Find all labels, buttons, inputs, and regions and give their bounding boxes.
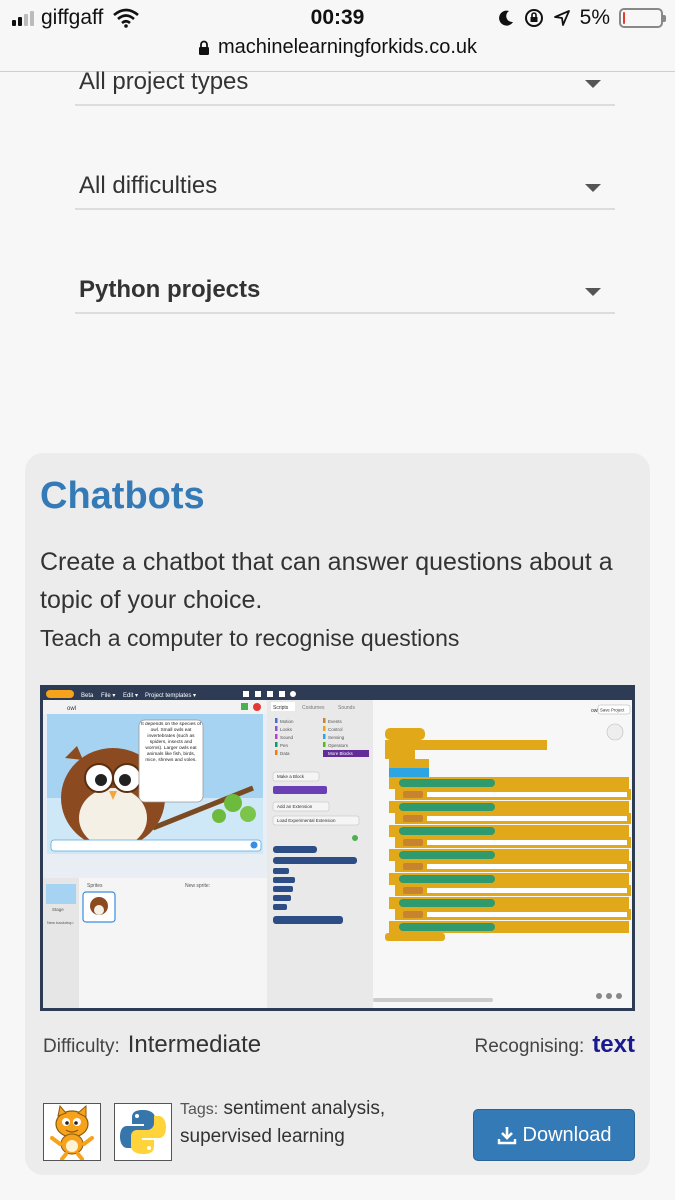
category-item: Control xyxy=(328,727,343,732)
download-icon xyxy=(497,1127,516,1145)
tags: Tags: sentiment analysis, supervised lea… xyxy=(180,1095,420,1150)
chevron-down-icon xyxy=(585,184,601,192)
menu-item: Project templates ▾ xyxy=(145,693,196,699)
category-item: Pen xyxy=(280,743,289,748)
project-description: Teach a computer to recognise questions xyxy=(40,625,460,651)
recognising-value: text xyxy=(592,1031,635,1058)
chevron-down-icon xyxy=(585,80,601,88)
project-title: Chatbots xyxy=(40,475,205,517)
status-bar: giffgaff 00:39 5% machinelearningforkids… xyxy=(0,0,675,72)
category-item: More Blocks xyxy=(328,751,354,756)
download-label: Download xyxy=(522,1123,612,1146)
zoom-icons xyxy=(596,993,622,999)
status-right: 5% xyxy=(497,6,666,30)
stop-icon xyxy=(253,703,261,711)
category-item: Motion xyxy=(280,719,294,724)
difficulty-label: Difficulty: xyxy=(43,1036,120,1057)
sprite-name: owl xyxy=(67,706,76,712)
chevron-down-icon xyxy=(585,288,601,296)
stage-label: Stage xyxy=(52,907,64,912)
save-project-label: Save Project xyxy=(600,708,625,713)
rotation-lock-icon xyxy=(524,9,543,27)
recognising-label: Recognising: xyxy=(474,1036,585,1057)
sprites-label: Sprites xyxy=(87,883,103,889)
menu-item: Beta xyxy=(81,693,94,699)
difficulty-info: Difficulty: Intermediate xyxy=(43,1031,261,1059)
project-meta: Difficulty: Intermediate Recognising: te… xyxy=(43,1031,635,1063)
category-item: Events xyxy=(328,719,343,724)
menu-item: Edit ▾ xyxy=(123,693,138,699)
new-backdrop-label: New backdrop: xyxy=(47,920,74,925)
battery-level xyxy=(623,12,625,24)
download-button[interactable]: Download xyxy=(473,1109,635,1161)
language-select[interactable]: Python projects xyxy=(75,276,615,314)
address-bar[interactable]: machinelearningforkids.co.uk xyxy=(0,36,675,59)
difficulty-value: All difficulties xyxy=(79,172,218,199)
category-item: Sound xyxy=(280,735,294,740)
new-sprite-label: New sprite: xyxy=(185,883,210,889)
lock-icon xyxy=(198,40,209,55)
answer-input xyxy=(50,839,262,852)
recognising-info: Recognising: text xyxy=(474,1031,635,1059)
tab-costumes: Costumes xyxy=(302,705,325,711)
tag-item: supervised learning xyxy=(180,1126,345,1147)
project-type-value: All project types xyxy=(79,68,249,95)
palette-button: Load Experimental Extension xyxy=(277,818,336,823)
project-card: Chatbots Create a chatbot that can answe… xyxy=(25,453,650,1175)
project-screenshot: Beta File ▾ Edit ▾ Project templates ▾ o… xyxy=(40,685,635,1011)
scratch-logo xyxy=(46,690,74,698)
language-value: Python projects xyxy=(79,276,261,303)
difficulty-select[interactable]: All difficulties xyxy=(75,172,615,210)
battery-percent: 5% xyxy=(579,6,610,29)
url-text: machinelearningforkids.co.uk xyxy=(217,36,478,58)
battery-icon xyxy=(619,8,666,28)
tab-scripts: Scripts xyxy=(273,705,289,711)
menu-item: File ▾ xyxy=(101,693,115,699)
python-icon[interactable] xyxy=(114,1103,172,1161)
scratch-icon[interactable] xyxy=(43,1103,101,1161)
category-item: Data xyxy=(280,751,290,756)
palette-button: Make a Block xyxy=(277,774,305,779)
flag-icon xyxy=(241,703,248,710)
category-item: Looks xyxy=(280,727,293,732)
moon-icon xyxy=(498,10,513,26)
difficulty-value: Intermediate xyxy=(127,1031,262,1058)
location-icon xyxy=(553,10,570,26)
project-type-select[interactable]: All project types xyxy=(75,68,615,106)
tab-sounds: Sounds xyxy=(338,705,355,711)
palette-button: Add an Extension xyxy=(277,804,313,809)
project-summary: Create a chatbot that can answer questio… xyxy=(40,548,613,614)
tag-item: sentiment analysis, xyxy=(223,1098,386,1119)
speech-text: It depends on the species of owl. Small … xyxy=(141,722,201,763)
category-item: Sensing xyxy=(328,735,345,740)
category-item: Operators xyxy=(328,743,349,748)
tags-label: Tags: xyxy=(180,1101,219,1118)
